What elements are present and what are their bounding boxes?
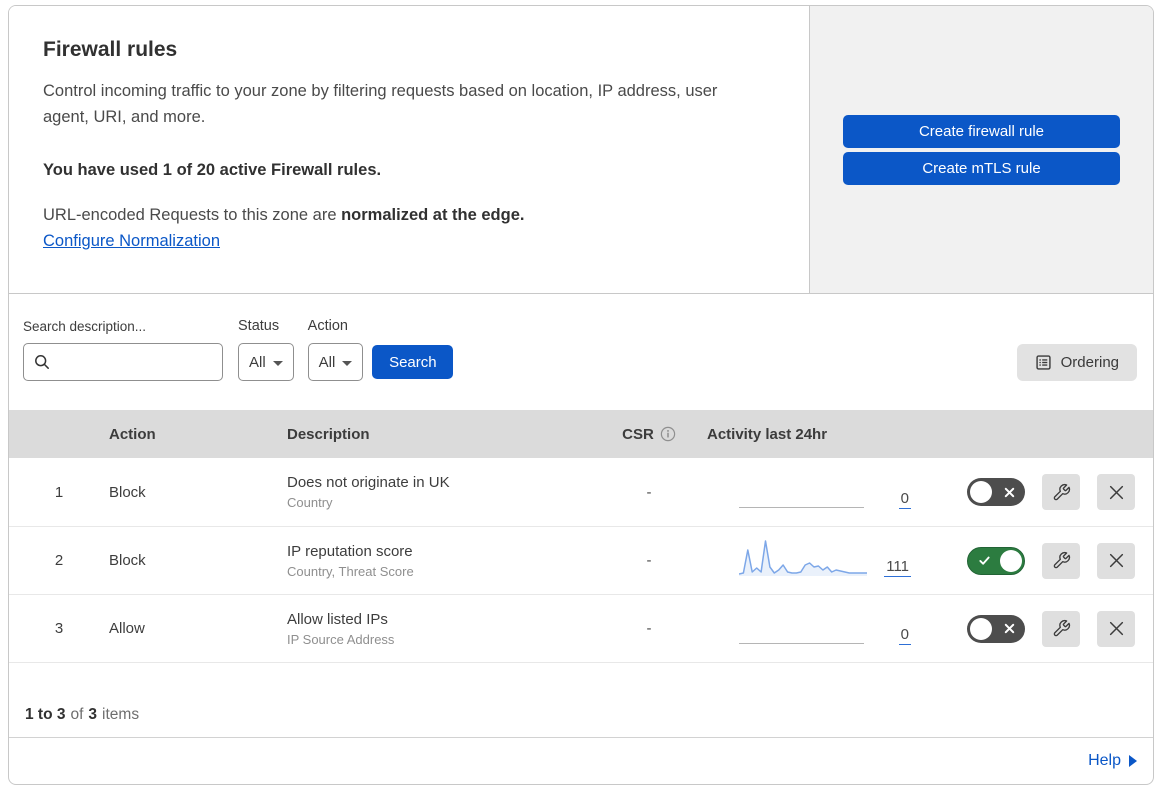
rule-csr-value: - (646, 620, 652, 637)
search-input[interactable] (56, 344, 255, 380)
items-word: items (102, 706, 140, 723)
toggle-knob (970, 617, 992, 640)
items-of: of (70, 706, 84, 723)
search-input-box[interactable] (23, 343, 255, 381)
firewall-rules-panel: Firewall rules Control incoming traffic … (8, 5, 1154, 785)
activity-sparkline (739, 605, 867, 645)
search-label: Search description... (23, 319, 147, 334)
activity-sparkline (739, 537, 867, 577)
create-firewall-rule-button[interactable]: Create firewall rule (843, 114, 1120, 148)
rule-enabled-toggle[interactable] (967, 478, 1025, 506)
chevron-down-icon (272, 360, 283, 366)
page-title: Firewall rules (43, 38, 178, 61)
filter-bar: Search description... Status All Action … (9, 294, 1153, 410)
ordering-button-label: Ordering (1060, 354, 1119, 371)
action-label: Action (307, 318, 348, 334)
rule-priority: 3 (54, 620, 64, 637)
header-section: Firewall rules Control incoming traffic … (9, 6, 1153, 294)
configure-normalization-link[interactable]: Configure Normalization (43, 232, 220, 250)
column-action: Action (109, 425, 156, 443)
table-row: 3 Allow Allow listed IPs IP Source Addre… (9, 594, 1153, 662)
create-mtls-rule-button[interactable]: Create mTLS rule (843, 151, 1120, 185)
wrench-icon (1052, 619, 1071, 638)
edit-rule-button[interactable] (1042, 474, 1080, 510)
help-bar: Help (9, 738, 1153, 783)
rule-description: Allow listed IPs (287, 610, 388, 628)
toggle-knob (970, 481, 992, 503)
rule-enabled-toggle[interactable] (967, 546, 1025, 575)
table-body: 1 Block Does not originate in UK Country… (9, 458, 1153, 663)
activity-sparkline (739, 469, 867, 509)
check-icon (976, 553, 992, 569)
arrow-right-icon (1129, 754, 1137, 767)
action-filter-group: Action All (307, 318, 364, 381)
search-icon (34, 354, 50, 370)
header-text-block: Firewall rules Control incoming traffic … (9, 6, 810, 293)
rule-csr-value: - (646, 483, 652, 501)
rule-action: Block (109, 483, 146, 501)
edit-rule-button[interactable] (1042, 542, 1080, 579)
chevron-down-icon (342, 360, 353, 366)
status-label: Status (238, 318, 280, 334)
rule-fields: Country (287, 495, 333, 510)
pagination-summary: 1 to 3 of 3 items (9, 663, 1153, 738)
rule-fields: Country, Threat Score (287, 563, 414, 579)
delete-rule-button[interactable] (1097, 474, 1135, 510)
rule-csr-value: - (646, 552, 652, 569)
toggle-knob (1000, 549, 1022, 572)
normalization-text: URL-encoded Requests to this zone are (43, 205, 342, 224)
rule-priority: 2 (54, 552, 64, 569)
items-range: 1 to 3 (25, 706, 66, 723)
items-total: 3 (88, 706, 98, 723)
action-dropdown[interactable]: All (307, 343, 364, 381)
rule-fields: IP Source Address (287, 631, 395, 647)
search-group: Search description... (23, 319, 255, 381)
status-dropdown-value: All (249, 353, 266, 371)
page-description: Control incoming traffic to your zone by… (43, 82, 718, 127)
wrench-icon (1052, 483, 1071, 502)
edit-rule-button[interactable] (1042, 610, 1080, 647)
table-row: 2 Block IP reputation score Country, Thr… (9, 526, 1153, 594)
activity-count-link[interactable]: 111 (884, 559, 911, 577)
rule-action: Allow (109, 620, 145, 637)
normalization-note: URL-encoded Requests to this zone are no… (43, 206, 761, 225)
actions-panel: Create firewall rule Create mTLS rule (810, 6, 1153, 293)
wrench-icon (1052, 551, 1071, 570)
ordering-list-icon (1035, 354, 1052, 371)
action-dropdown-value: All (318, 353, 336, 371)
help-link[interactable]: Help (1088, 752, 1137, 770)
delete-rule-button[interactable] (1097, 542, 1135, 579)
close-icon (1108, 620, 1125, 637)
rule-description: Does not originate in UK (287, 474, 450, 491)
activity-count-link[interactable]: 0 (898, 627, 911, 645)
rule-action: Block (109, 552, 146, 569)
flat-sparkline (739, 643, 864, 644)
close-icon (1108, 552, 1125, 569)
flat-sparkline (739, 507, 864, 508)
x-icon (1001, 484, 1017, 500)
table-row: 1 Block Does not originate in UK Country… (9, 458, 1153, 526)
rule-description: IP reputation score (287, 542, 413, 560)
ordering-button[interactable]: Ordering (1016, 344, 1137, 381)
x-icon (1001, 621, 1017, 637)
table-header: Action Description CSR Activity last 24h… (9, 410, 1153, 458)
rule-priority: 1 (54, 483, 64, 501)
column-description: Description (287, 425, 370, 443)
column-activity: Activity last 24hr (707, 425, 828, 443)
info-icon[interactable] (660, 426, 676, 442)
usage-summary: You have used 1 of 20 active Firewall ru… (43, 160, 382, 179)
status-filter-group: Status All (238, 318, 294, 381)
close-icon (1108, 484, 1125, 501)
help-link-label: Help (1088, 751, 1121, 769)
column-csr: CSR (622, 425, 654, 443)
normalization-bold: normalized at the edge. (341, 205, 525, 224)
delete-rule-button[interactable] (1097, 610, 1135, 647)
search-button[interactable]: Search (372, 345, 454, 379)
status-dropdown[interactable]: All (238, 343, 294, 381)
activity-count-link[interactable]: 0 (898, 491, 911, 509)
rule-enabled-toggle[interactable] (967, 614, 1025, 643)
